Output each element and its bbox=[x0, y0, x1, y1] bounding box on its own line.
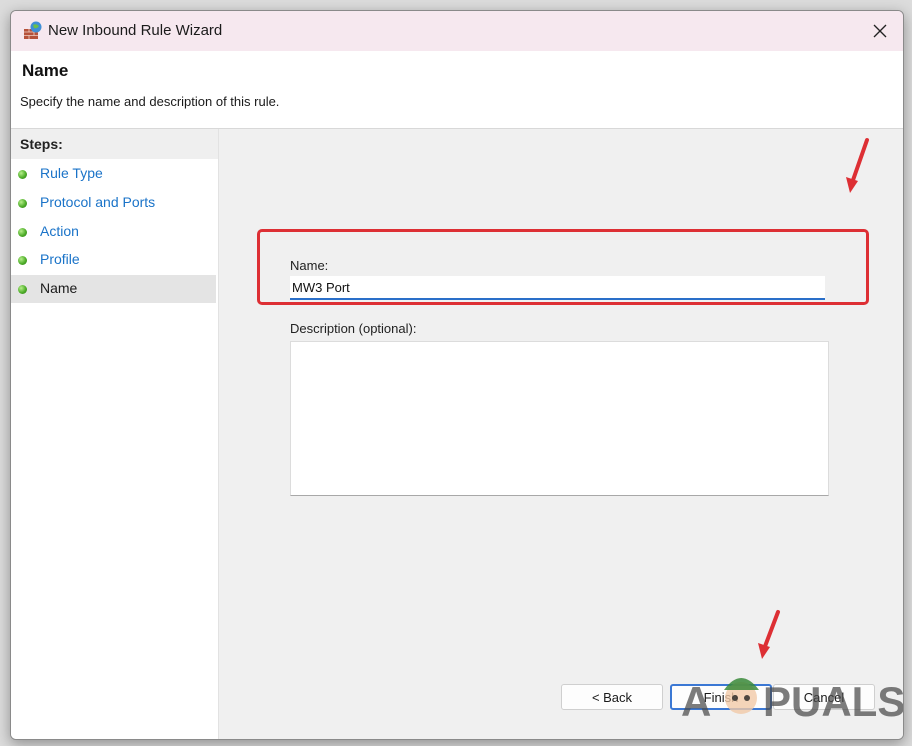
status-dot-icon bbox=[18, 285, 27, 294]
steps-heading: Steps: bbox=[11, 129, 218, 159]
step-label: Name bbox=[40, 280, 78, 296]
description-label: Description (optional): bbox=[290, 321, 417, 336]
name-label: Name: bbox=[290, 258, 329, 273]
wizard-window: New Inbound Rule Wizard Name Specify the… bbox=[10, 10, 904, 740]
red-arrow-icon bbox=[846, 138, 869, 193]
steps-panel: Steps: Rule Type Protocol and Ports Acti… bbox=[11, 129, 219, 739]
step-label: Action bbox=[40, 223, 79, 239]
step-label: Protocol and Ports bbox=[40, 194, 156, 210]
status-dot-icon bbox=[18, 170, 27, 179]
window-title: New Inbound Rule Wizard bbox=[48, 22, 223, 39]
wizard-header: Name Specify the name and description of… bbox=[11, 51, 903, 129]
step-label: Profile bbox=[40, 251, 80, 267]
step-profile[interactable]: Profile bbox=[11, 246, 216, 274]
finish-button[interactable]: Finish bbox=[670, 684, 772, 710]
status-dot-icon bbox=[18, 199, 27, 208]
step-name[interactable]: Name bbox=[11, 275, 216, 303]
steps-heading-label: Steps: bbox=[20, 136, 63, 152]
cancel-button[interactable]: Cancel bbox=[773, 684, 875, 710]
page-subtitle: Specify the name and description of this… bbox=[20, 94, 280, 109]
close-icon bbox=[873, 24, 887, 38]
description-field[interactable] bbox=[290, 341, 829, 496]
red-arrow-icon bbox=[758, 610, 780, 659]
status-dot-icon bbox=[18, 256, 27, 265]
page-title: Name bbox=[22, 61, 69, 80]
name-field[interactable] bbox=[290, 276, 825, 300]
step-action[interactable]: Action bbox=[11, 218, 216, 246]
close-button[interactable] bbox=[857, 11, 903, 51]
step-protocol-and-ports[interactable]: Protocol and Ports bbox=[11, 189, 216, 217]
firewall-icon bbox=[24, 21, 42, 39]
back-button[interactable]: < Back bbox=[561, 684, 663, 710]
title-bar: New Inbound Rule Wizard bbox=[11, 11, 903, 51]
status-dot-icon bbox=[18, 228, 27, 237]
step-label: Rule Type bbox=[40, 165, 103, 181]
step-rule-type[interactable]: Rule Type bbox=[11, 160, 216, 188]
